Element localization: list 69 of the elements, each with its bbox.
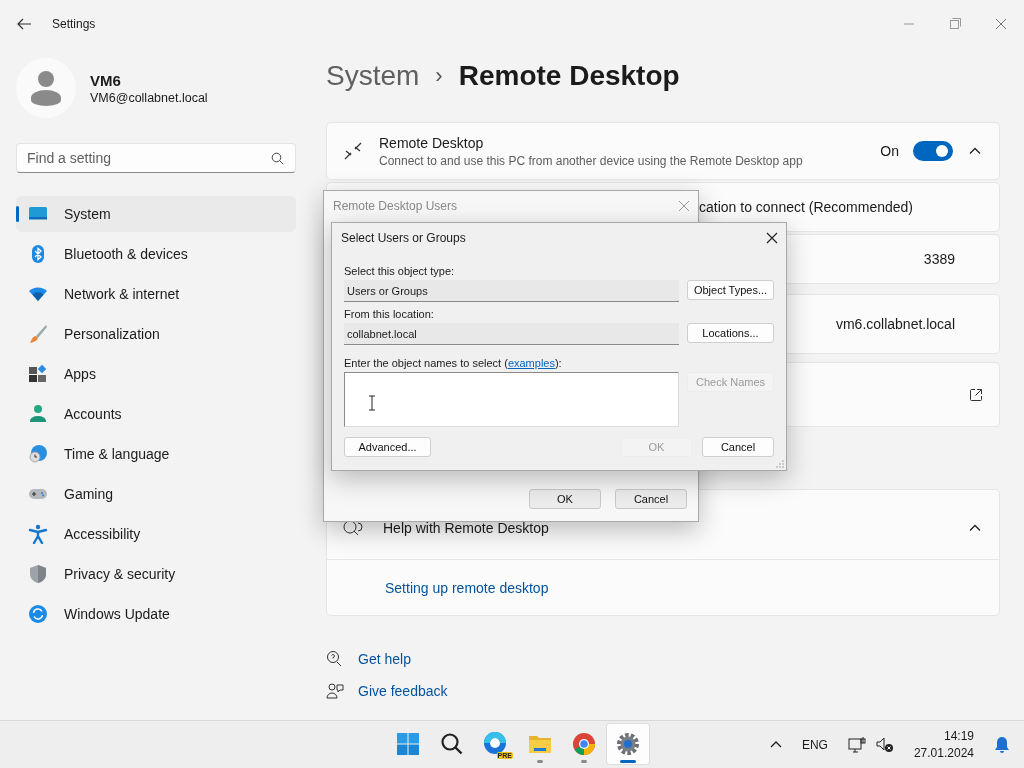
text-cursor-icon xyxy=(368,395,376,411)
back-arrow-icon[interactable] xyxy=(16,16,32,32)
dialog-title: Select Users or Groups xyxy=(341,231,466,245)
globe-clock-icon xyxy=(28,444,48,464)
cancel-button[interactable]: Cancel xyxy=(702,437,774,457)
muted-speaker-icon[interactable] xyxy=(875,735,894,754)
clock-time[interactable]: 14:19 xyxy=(913,727,974,745)
object-names-field[interactable] xyxy=(344,372,679,427)
person-icon xyxy=(28,404,48,424)
sidebar-item[interactable]: Personalization xyxy=(16,316,296,352)
object-type-field: Users or Groups xyxy=(344,280,679,302)
search-icon[interactable] xyxy=(440,732,464,756)
window-title: Settings xyxy=(52,17,96,31)
remote-connection-icon xyxy=(343,141,363,161)
gear-icon[interactable] xyxy=(616,732,640,756)
feedback-icon xyxy=(326,682,344,700)
language-indicator[interactable]: ENG xyxy=(801,737,828,752)
search-icon xyxy=(271,152,284,165)
dialog-button[interactable]: Cancel xyxy=(615,489,687,509)
search-field[interactable]: Find a setting xyxy=(16,143,296,173)
sidebar-item[interactable]: Accessibility xyxy=(16,516,296,552)
field-label: Select this object type: xyxy=(344,265,456,277)
sync-icon xyxy=(28,604,48,624)
sidebar-item[interactable]: Bluetooth & devices xyxy=(16,236,296,272)
field-label: Enter the object names to select (examples): xyxy=(344,357,563,369)
shield-icon xyxy=(28,564,48,584)
dialog-title: Remote Desktop Users xyxy=(333,199,458,213)
dialog-button[interactable]: OK xyxy=(529,489,601,509)
setting-value: vm6.collabnet.local xyxy=(835,316,955,332)
network-monitor-icon[interactable] xyxy=(847,735,866,754)
sidebar-item[interactable]: Apps xyxy=(16,356,296,392)
accessibility-icon xyxy=(28,524,48,544)
breadcrumb-separator: › xyxy=(435,63,443,89)
setting-value: 3389 xyxy=(923,251,955,267)
brush-icon xyxy=(28,324,48,344)
footer-link[interactable]: Give feedback xyxy=(358,683,448,699)
help-title: Help with Remote Desktop xyxy=(383,519,549,536)
object-types-button[interactable]: Object Types... xyxy=(687,280,774,300)
toggle-state-label: On xyxy=(880,143,899,159)
sidebar-item[interactable]: Privacy & security xyxy=(16,556,296,592)
chrome-browser-icon[interactable] xyxy=(572,732,596,756)
location-field: collabnet.local xyxy=(344,323,679,345)
sidebar-item[interactable]: Network & internet xyxy=(16,276,296,312)
help-chat-icon xyxy=(326,650,344,668)
external-link-icon[interactable] xyxy=(969,387,983,402)
sidebar-item[interactable]: Gaming xyxy=(16,476,296,512)
setting-title: Remote Desktop xyxy=(379,134,485,151)
footer-link[interactable]: Get help xyxy=(358,651,411,667)
account-email: VM6@collabnet.local xyxy=(90,90,208,105)
setting-description: Connect to and use this PC from another device using the Remote Desktop app xyxy=(379,153,803,168)
help-link[interactable]: Setting up remote desktop xyxy=(385,579,549,596)
windows-start-icon[interactable] xyxy=(396,732,420,756)
breadcrumb-parent[interactable]: System xyxy=(326,60,420,92)
apps-icon xyxy=(28,364,48,384)
sidebar-item[interactable]: Windows Update xyxy=(16,596,296,632)
sidebar-item[interactable]: System xyxy=(16,196,296,232)
locations-button[interactable]: Locations... xyxy=(687,323,774,343)
sidebar-item[interactable]: Time & language xyxy=(16,436,296,472)
sidebar-item[interactable]: Accounts xyxy=(16,396,296,432)
page-title: Remote Desktop xyxy=(458,60,680,92)
field-label: From this location: xyxy=(344,308,435,320)
toggle-switch[interactable] xyxy=(913,141,953,161)
bell-icon[interactable] xyxy=(994,735,1010,754)
setting-text: cation to connect (Recommended) xyxy=(699,199,913,215)
advanced-button[interactable]: Advanced... xyxy=(344,437,431,457)
account-name: VM6 xyxy=(90,71,122,89)
clock-date[interactable]: 27.01.2024 xyxy=(913,744,974,762)
close-icon[interactable] xyxy=(766,232,778,244)
resize-grip-icon[interactable] xyxy=(776,460,784,468)
